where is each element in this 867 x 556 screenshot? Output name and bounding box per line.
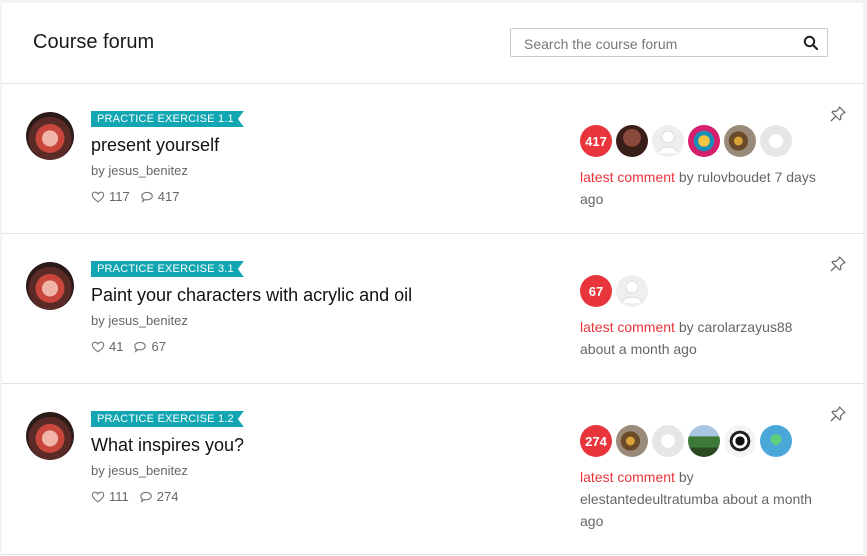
comments-count: 67 (151, 339, 166, 354)
forum-post[interactable]: PRACTICE EXERCISE 1.2 What inspires you?… (2, 384, 863, 555)
heart-icon (91, 491, 105, 503)
latest-user[interactable]: carolarzayus88 (698, 319, 793, 335)
participant-avatar[interactable] (616, 275, 648, 307)
pin-icon[interactable] (829, 405, 847, 423)
latest-user[interactable]: rulovboudet (698, 169, 771, 185)
participant-avatar[interactable] (616, 125, 648, 157)
comment-icon (140, 191, 153, 203)
comments-count: 274 (156, 489, 179, 504)
author-name[interactable]: jesus_benitez (108, 313, 188, 328)
author-avatar[interactable] (26, 412, 74, 460)
search-icon[interactable] (803, 35, 819, 51)
exercise-tag[interactable]: PRACTICE EXERCISE 1.2 (91, 411, 244, 427)
participant-avatar[interactable] (724, 425, 756, 457)
search-input[interactable] (522, 35, 796, 53)
participant-avatar[interactable] (760, 425, 792, 457)
latest-user[interactable]: elestantedeultratumba (580, 491, 719, 507)
latest-by: by (678, 319, 694, 335)
author-avatar[interactable] (26, 262, 74, 310)
latest-comment-info: latest comment by elestantedeultratumba … (580, 466, 830, 532)
latest-comment-info: latest comment by rulovboudet 7 days ago (580, 166, 830, 210)
likes-stat[interactable]: 41 (91, 339, 123, 354)
post-stats: 111 274 (91, 489, 178, 504)
latest-by: by (678, 469, 694, 485)
likes-count: 41 (109, 339, 124, 354)
participant-avatar[interactable] (760, 125, 792, 157)
participant-avatar[interactable] (688, 125, 720, 157)
latest-time: about a month ago (580, 341, 697, 357)
heart-icon (91, 341, 105, 353)
forum-post[interactable]: PRACTICE EXERCISE 1.1 present yourself b… (2, 84, 863, 234)
search-box[interactable] (510, 28, 828, 57)
latest-comment-info: latest comment by carolarzayus88 about a… (580, 316, 830, 360)
post-title[interactable]: Paint your characters with acrylic and o… (91, 285, 412, 306)
post-title[interactable]: What inspires you? (91, 435, 244, 456)
post-author: by jesus_benitez (91, 163, 188, 178)
participant-avatar[interactable] (688, 425, 720, 457)
forum-post[interactable]: PRACTICE EXERCISE 3.1 Paint your charact… (2, 234, 863, 384)
reply-count-badge[interactable]: 67 (580, 275, 612, 307)
author-name[interactable]: jesus_benitez (108, 463, 188, 478)
author-prefix: by (91, 313, 105, 328)
reply-count-badge[interactable]: 417 (580, 125, 612, 157)
forum-panel: Course forum PRACTICE EXERCISE 1.1 prese… (2, 3, 863, 556)
reply-count-badge[interactable]: 274 (580, 425, 612, 457)
author-name[interactable]: jesus_benitez (108, 163, 188, 178)
author-prefix: by (91, 163, 105, 178)
comment-icon (139, 491, 152, 503)
likes-stat[interactable]: 111 (91, 489, 129, 504)
exercise-tag[interactable]: PRACTICE EXERCISE 3.1 (91, 261, 244, 277)
pin-icon[interactable] (829, 105, 847, 123)
latest-comment-link[interactable]: latest comment (580, 169, 675, 185)
likes-count: 117 (109, 189, 130, 204)
author-prefix: by (91, 463, 105, 478)
forum-header: Course forum (2, 3, 863, 84)
latest-comment-link[interactable]: latest comment (580, 319, 675, 335)
participant-avatar[interactable] (724, 125, 756, 157)
author-avatar[interactable] (26, 112, 74, 160)
participants: 274 (580, 425, 792, 457)
page-title: Course forum (33, 31, 155, 53)
comments-count: 417 (157, 189, 180, 204)
post-title[interactable]: present yourself (91, 135, 219, 156)
post-stats: 117 417 (91, 189, 179, 204)
post-stats: 41 67 (91, 339, 166, 354)
likes-stat[interactable]: 117 (91, 189, 130, 204)
latest-by: by (678, 169, 694, 185)
post-author: by jesus_benitez (91, 313, 188, 328)
exercise-tag[interactable]: PRACTICE EXERCISE 1.1 (91, 111, 244, 127)
participant-avatar[interactable] (652, 425, 684, 457)
comments-stat[interactable]: 417 (140, 189, 180, 204)
comment-icon (134, 341, 147, 353)
post-author: by jesus_benitez (91, 463, 188, 478)
comments-stat[interactable]: 274 (139, 489, 179, 504)
likes-count: 111 (109, 489, 129, 504)
comments-stat[interactable]: 67 (133, 339, 166, 354)
participants: 67 (580, 275, 648, 307)
latest-comment-link[interactable]: latest comment (580, 469, 675, 485)
participant-avatar[interactable] (652, 125, 684, 157)
heart-icon (91, 191, 105, 203)
participant-avatar[interactable] (616, 425, 648, 457)
participants: 417 (580, 125, 792, 157)
pin-icon[interactable] (829, 255, 847, 273)
